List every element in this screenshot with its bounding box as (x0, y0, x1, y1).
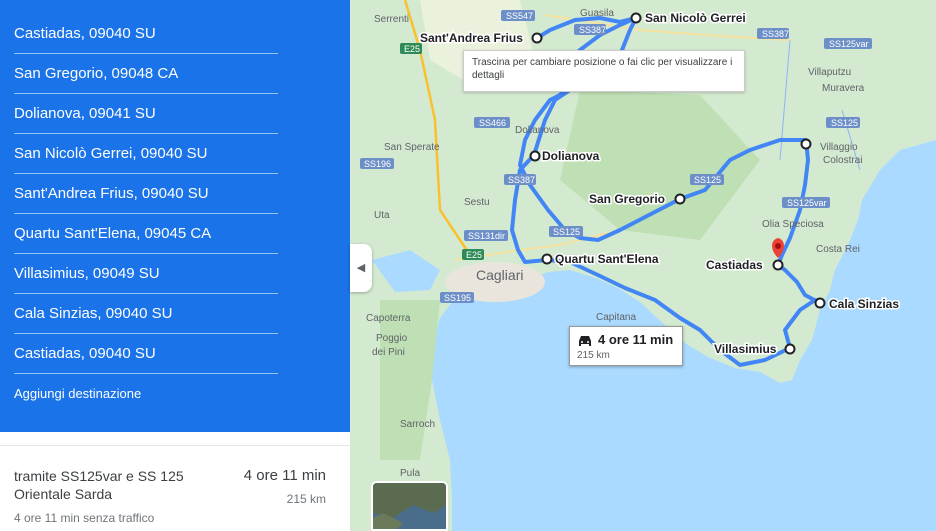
town-label: dei Pini (372, 347, 405, 358)
road-label: E25 (466, 250, 482, 260)
town-label: Capoterra (366, 313, 411, 324)
waypoint-label: Villasimius (714, 342, 777, 356)
stop-item[interactable]: Quartu Sant'Elena, 09045 CA (14, 214, 278, 254)
town-label: Villaputzu (808, 67, 851, 78)
town-label: Colostrai (823, 155, 862, 166)
satellite-thumbnail-image (373, 483, 446, 529)
duration-distance: 215 km (577, 350, 610, 361)
stop-item[interactable]: San Gregorio, 09048 CA (14, 54, 278, 94)
stops-list: Castiadas, 09040 SU San Gregorio, 09048 … (0, 0, 350, 432)
town-label: Sestu (464, 197, 490, 208)
waypoint-label: Dolianova (542, 149, 600, 163)
town-label: Pula (400, 468, 420, 479)
car-icon (579, 336, 591, 346)
waypoint-marker[interactable] (541, 253, 553, 265)
waypoint-marker[interactable] (674, 193, 686, 205)
road-label: SS195 (444, 293, 471, 303)
waypoint-marker[interactable] (814, 297, 826, 309)
road-label: E25 (404, 44, 420, 54)
waypoint-label: Quartu Sant'Elena (555, 252, 659, 266)
town-label: Uta (374, 210, 390, 221)
satellite-layer-thumbnail[interactable] (371, 481, 448, 531)
town-label: Serrenti (374, 14, 409, 25)
road-label: SS387 (762, 29, 789, 39)
route-via: tramite SS125var e SS 125 Orientale Sard… (14, 468, 184, 502)
road-label: SS466 (479, 118, 506, 128)
stop-item[interactable]: Castiadas, 09040 SU (14, 14, 278, 54)
chevron-left-icon: ◀ (356, 262, 366, 274)
town-label: Poggio (376, 333, 408, 344)
waypoint-marker[interactable] (800, 138, 812, 150)
road-label: SS125 (694, 175, 721, 185)
road-label: SS125var (787, 198, 827, 208)
collapse-panel-button[interactable]: ◀ (350, 244, 372, 292)
stop-item[interactable]: Dolianova, 09041 SU (14, 94, 278, 134)
road-label: SS125 (553, 227, 580, 237)
waypoint-label: Sant'Andrea Frius (420, 31, 523, 45)
waypoint-label: San Nicolò Gerrei (645, 11, 746, 25)
town-label: Costa Rei (816, 244, 860, 255)
waypoint-marker[interactable] (772, 259, 784, 271)
route-traffic-note: 4 ore 11 min senza traffico (14, 511, 155, 525)
duration-time: 4 ore 11 min (598, 332, 674, 347)
town-label: Dolianova (515, 125, 560, 136)
town-label: Villaggio (820, 142, 858, 153)
town-label: Guasila (580, 8, 614, 19)
town-label: Sarroch (400, 419, 435, 430)
town-label: San Sperate (384, 142, 440, 153)
waypoint-marker[interactable] (630, 12, 642, 24)
waypoint-marker[interactable] (531, 32, 543, 44)
waypoint-marker[interactable] (784, 343, 796, 355)
pin-dot (775, 243, 781, 249)
route-distance: 215 km (286, 492, 326, 506)
waypoint-marker[interactable] (529, 150, 541, 162)
route-option[interactable]: tramite SS125var e SS 125 Orientale Sard… (0, 445, 350, 531)
road-label: SS196 (364, 159, 391, 169)
route-tooltip: Trascina per cambiare posizione o fai cl… (463, 50, 745, 92)
town-label: Olia Speciosa (762, 219, 824, 230)
town-label: Capitana (596, 312, 636, 323)
road-label: SS125 (831, 118, 858, 128)
road-label: SS547 (506, 11, 533, 21)
route-duration-callout[interactable]: 4 ore 11 min 215 km (569, 326, 683, 366)
road-label: SS387 (579, 25, 606, 35)
road-label: SS125var (829, 39, 869, 49)
city-label: Cagliari (476, 267, 523, 283)
stop-item[interactable]: Sant'Andrea Frius, 09040 SU (14, 174, 278, 214)
stop-item[interactable]: Castiadas, 09040 SU (14, 334, 278, 374)
road-label: SS131dir (468, 231, 505, 241)
add-destination-link[interactable]: Aggiungi destinazione (14, 386, 141, 401)
waypoint-label: Cala Sinzias (829, 297, 899, 311)
directions-panel: Castiadas, 09040 SU San Gregorio, 09048 … (0, 0, 350, 531)
stop-item[interactable]: San Nicolò Gerrei, 09040 SU (14, 134, 278, 174)
stop-item[interactable]: Cala Sinzias, 09040 SU (14, 294, 278, 334)
road-label: SS387 (508, 175, 535, 185)
waypoint-label: Castiadas (706, 258, 763, 272)
route-time: 4 ore 11 min (243, 467, 326, 484)
waypoint-label: San Gregorio (589, 192, 665, 206)
stop-item[interactable]: Villasimius, 09049 SU (14, 254, 278, 294)
town-label: Muravera (822, 83, 865, 94)
